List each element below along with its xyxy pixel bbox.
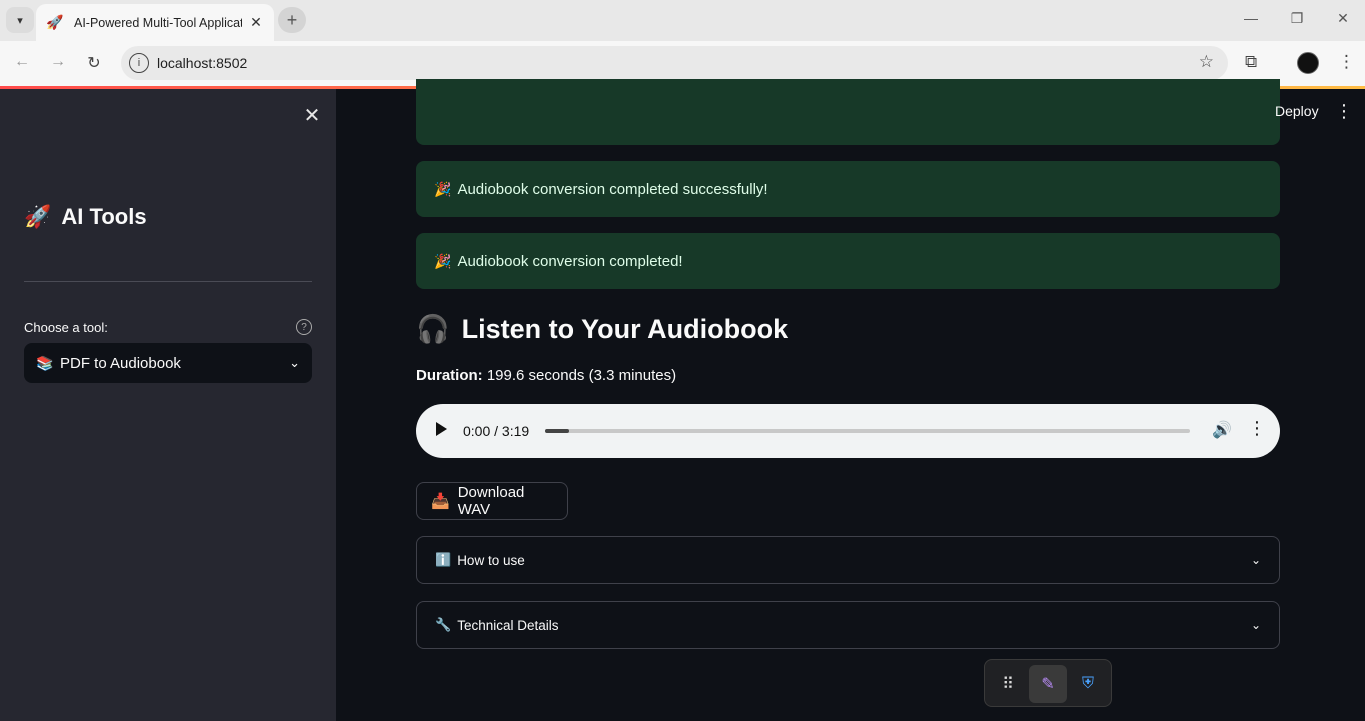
forward-arrow-icon[interactable]: → (48, 53, 68, 71)
back-arrow-icon[interactable]: ← (12, 53, 32, 71)
sidebar: ✕ 🚀 AI Tools Choose a tool: ? 📚 PDF to A… (0, 89, 336, 721)
reload-icon[interactable]: ↻ (84, 53, 104, 73)
duration-text: Duration: 199.6 seconds (3.3 minutes) (416, 367, 676, 384)
chevron-down-icon: ⌄ (289, 355, 300, 370)
audio-progress-slider[interactable] (545, 429, 1190, 433)
tool-select-label: Choose a tool: (24, 320, 108, 335)
tab-search-button[interactable]: ▾ (6, 7, 34, 33)
bookmark-star-icon[interactable]: ☆ (1199, 52, 1214, 72)
audio-options-kebab-icon[interactable]: ⋮ (1248, 418, 1266, 439)
duration-value: 199.6 seconds (3.3 minutes) (486, 367, 677, 384)
success-alert: 🎉 Audiobook conversion completed success… (416, 161, 1280, 217)
info-icon: ℹ️ (435, 552, 452, 567)
browser-menu-kebab-icon[interactable]: ⋮ (1338, 52, 1355, 72)
duration-label: Duration: (416, 367, 483, 384)
success-alert: 🎉 Audiobook conversion completed! (416, 233, 1280, 289)
wrench-icon: 🔧 (435, 617, 452, 632)
volume-icon[interactable]: 🔊 (1212, 420, 1232, 440)
audiobook-heading: 🎧 Listen to Your Audiobook (416, 313, 788, 345)
inbox-tray-icon: 📥 (431, 493, 450, 510)
technical-details-expander[interactable]: 🔧 Technical Details ⌄ (416, 601, 1280, 649)
profile-avatar[interactable] (1297, 52, 1319, 74)
apps-grid-icon[interactable]: ⠿ (989, 665, 1027, 703)
books-icon: 📚 (36, 354, 54, 371)
main-content: Deploy ⋮ 🎉 Audiobook conversion complete… (336, 79, 1365, 721)
deploy-button[interactable]: Deploy (1275, 103, 1319, 119)
close-window-icon[interactable]: ✕ (1333, 10, 1353, 27)
plus-icon: + (286, 9, 298, 30)
heading-text: Listen to Your Audiobook (461, 313, 789, 344)
alert-text: Audiobook conversion completed successfu… (457, 180, 768, 198)
sidebar-title-text: AI Tools (61, 204, 147, 229)
party-popper-icon: 🎉 (434, 180, 452, 197)
chevron-down-icon: ⌄ (1250, 553, 1261, 567)
tab-title: AI-Powered Multi-Tool Applicat (74, 15, 242, 30)
feather-icon[interactable]: ✎ (1029, 665, 1067, 703)
how-to-use-expander[interactable]: ℹ️ How to use ⌄ (416, 536, 1280, 584)
floating-toolbar: ⠿ ✎ ⛨ (984, 659, 1112, 707)
url-text[interactable]: localhost:8502 (157, 55, 247, 71)
browser-tab-bar: ▾ 🚀 AI-Powered Multi-Tool Applicat ✕ + —… (0, 0, 1365, 41)
party-popper-icon: 🎉 (434, 252, 452, 269)
headphones-icon: 🎧 (416, 314, 450, 344)
chevron-down-icon: ⌄ (1250, 618, 1261, 632)
tool-select-value: PDF to Audiobook (60, 354, 181, 372)
audio-time: 0:00 / 3:19 (463, 423, 530, 439)
sidebar-close-icon[interactable]: ✕ (302, 103, 322, 128)
address-bar[interactable]: i localhost:8502 ☆ (121, 46, 1228, 80)
success-alert-partial (416, 79, 1280, 145)
shield-warning-icon[interactable]: ⛨ (1069, 665, 1107, 703)
sidebar-title: 🚀 AI Tools (24, 204, 147, 230)
expander-label: Technical Details (457, 617, 559, 633)
close-tab-icon[interactable]: ✕ (248, 14, 264, 31)
audio-player: 0:00 / 3:19 🔊 ⋮ (416, 404, 1280, 458)
rocket-icon: 🚀 (24, 204, 52, 229)
play-icon[interactable] (436, 422, 447, 436)
browser-tab[interactable]: 🚀 AI-Powered Multi-Tool Applicat ✕ (36, 4, 274, 41)
extensions-puzzle-icon[interactable]: ⧉ (1245, 52, 1257, 72)
site-info-icon[interactable]: i (129, 53, 149, 73)
sidebar-divider (24, 281, 312, 282)
new-tab-button[interactable]: + (278, 7, 306, 33)
download-label: Download WAV (457, 484, 525, 518)
app-menu-kebab-icon[interactable]: ⋮ (1335, 101, 1353, 122)
audio-progress-fill (545, 429, 569, 433)
help-icon[interactable]: ? (296, 319, 312, 335)
rocket-icon: 🚀 (46, 14, 64, 30)
alert-text: Audiobook conversion completed! (457, 252, 683, 270)
tool-select[interactable]: 📚 PDF to Audiobook ⌄ (24, 343, 312, 383)
restore-icon[interactable]: ❐ (1287, 10, 1307, 27)
minimize-icon[interactable]: — (1241, 10, 1261, 26)
chevron-down-icon: ▾ (17, 14, 23, 27)
download-wav-button[interactable]: 📥 Download WAV (416, 482, 568, 520)
expander-label: How to use (457, 552, 525, 568)
